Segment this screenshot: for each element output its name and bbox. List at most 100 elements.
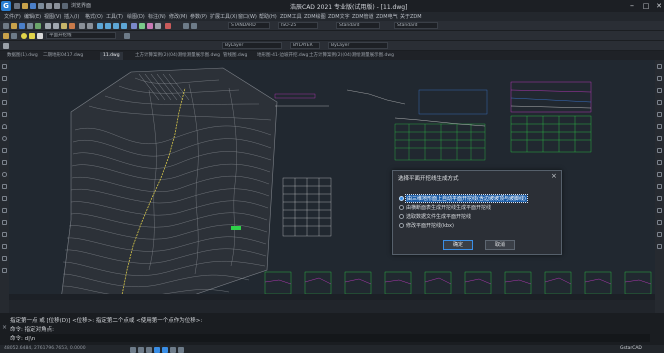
menu-express[interactable]: 扩展工具(X) — [210, 13, 237, 20]
menu-window[interactable]: 窗口(W) — [238, 13, 257, 20]
text-style-select[interactable]: STANDARD — [228, 22, 270, 29]
move-icon[interactable] — [657, 124, 662, 129]
radio-unchecked-icon[interactable] — [399, 214, 404, 219]
print-icon[interactable] — [27, 23, 33, 29]
workspace-icon[interactable] — [62, 3, 68, 9]
tab-document-active[interactable]: 11.dwg — [100, 52, 123, 60]
join-icon[interactable] — [657, 208, 662, 213]
paste-icon[interactable] — [61, 23, 67, 29]
command-input[interactable]: 命令: d|\n — [10, 334, 650, 342]
tab-document[interactable]: 数据图(1).dwg — [4, 52, 41, 60]
menu-zdm-text[interactable]: ZDM文字 — [328, 13, 350, 20]
region-icon[interactable] — [2, 244, 7, 249]
tab-document[interactable]: 管线图.dwg — [220, 52, 250, 60]
option-from-data-file[interactable]: 选取数据文件生成平面开挖线 — [399, 213, 471, 220]
mtext-icon[interactable] — [2, 268, 7, 273]
ortho-toggle-icon[interactable] — [146, 347, 152, 353]
grid-toggle-icon[interactable] — [138, 347, 144, 353]
arc-icon[interactable] — [2, 124, 7, 129]
menu-parametric[interactable]: 参数(P) — [190, 13, 207, 20]
line-icon[interactable] — [2, 64, 7, 69]
make-object-layer-current-icon[interactable] — [124, 33, 130, 39]
undo-icon[interactable] — [46, 3, 52, 9]
design-center-icon[interactable] — [139, 23, 145, 29]
erase-icon[interactable] — [657, 64, 662, 69]
menu-format[interactable]: 格式(O) — [85, 13, 103, 20]
close-button[interactable]: ✕ — [655, 2, 663, 10]
tab-document[interactable]: 土方计算案例(2)(04)测绘测量展示图.dwg — [306, 52, 397, 60]
zoom-window-icon[interactable] — [113, 23, 119, 29]
menu-tools[interactable]: 工具(T) — [106, 13, 123, 20]
app-logo[interactable]: G — [1, 1, 11, 11]
properties-icon[interactable] — [131, 23, 137, 29]
pan-icon[interactable] — [97, 23, 103, 29]
chamfer-icon[interactable] — [657, 220, 662, 225]
menu-edit[interactable]: 编辑(E) — [24, 13, 41, 20]
cut-icon[interactable] — [45, 23, 51, 29]
save-icon[interactable] — [30, 3, 36, 9]
menu-zdm-pipe[interactable]: ZDM管道 — [352, 13, 374, 20]
lineweight-toggle-icon[interactable] — [178, 347, 184, 353]
array-icon[interactable] — [657, 112, 662, 117]
break-icon[interactable] — [657, 196, 662, 201]
mleader-style-select[interactable]: Standard — [394, 22, 438, 29]
trim-icon[interactable] — [657, 172, 662, 177]
option-from-section-table[interactable]: 由横断面表生成开挖线生成平面开挖线 — [399, 204, 491, 211]
linetype-select[interactable]: BYLAYER — [290, 42, 320, 49]
revision-cloud-icon[interactable] — [2, 148, 7, 153]
spline-icon[interactable] — [2, 160, 7, 165]
ellipse-icon[interactable] — [2, 172, 7, 177]
mirror-icon[interactable] — [657, 88, 662, 93]
layer-manager-icon[interactable] — [3, 33, 9, 39]
layer-previous-icon[interactable] — [11, 33, 17, 39]
layer-on-icon[interactable] — [21, 33, 27, 39]
tool-palettes-icon[interactable] — [147, 23, 153, 29]
redo-icon[interactable] — [87, 23, 93, 29]
undo-icon[interactable] — [79, 23, 85, 29]
print-icon[interactable] — [38, 3, 44, 9]
zoom-previous-icon[interactable] — [121, 23, 127, 29]
open-file-icon[interactable] — [22, 3, 28, 9]
tab-document[interactable]: 地形图-41-边坡开挖.dwg — [254, 52, 311, 60]
calculator-icon[interactable] — [155, 23, 161, 29]
ok-button[interactable]: 确定 — [443, 240, 473, 250]
minimize-button[interactable]: – — [628, 2, 636, 10]
snap-toggle-icon[interactable] — [130, 347, 136, 353]
new-icon[interactable] — [3, 23, 9, 29]
menu-about-zdm[interactable]: 关于ZDM — [400, 13, 422, 20]
polygon-icon[interactable] — [2, 100, 7, 105]
layer-freeze-icon[interactable] — [29, 33, 35, 39]
command-window-close-icon[interactable]: × — [2, 324, 7, 331]
explode-icon[interactable] — [657, 244, 662, 249]
save-icon[interactable] — [19, 23, 25, 29]
option-modify-excavation-line[interactable]: 修改平面开挖线(kbx) — [399, 222, 454, 229]
menu-file[interactable]: 文件(F) — [4, 13, 21, 20]
tab-document[interactable]: 二期地形0417.dwg — [40, 52, 86, 60]
gradient-icon[interactable] — [2, 232, 7, 237]
fillet-icon[interactable] — [657, 232, 662, 237]
menu-help[interactable]: 帮助(H) — [259, 13, 277, 20]
insert-block-icon[interactable] — [2, 184, 7, 189]
color-control-icon[interactable] — [3, 43, 9, 49]
menu-zdm-electric[interactable]: ZDM电气 — [376, 13, 398, 20]
cancel-button[interactable]: 取消 — [485, 240, 515, 250]
match-properties-icon[interactable] — [69, 23, 75, 29]
lineweight-select[interactable]: ByLayer — [328, 42, 388, 49]
otrack-toggle-icon[interactable] — [170, 347, 176, 353]
copy-object-icon[interactable] — [657, 76, 662, 81]
rectangle-icon[interactable] — [2, 112, 7, 117]
radio-checked-icon[interactable] — [399, 196, 404, 201]
menu-modify[interactable]: 修改(M) — [169, 13, 187, 20]
menu-insert[interactable]: 插入(I) — [64, 13, 79, 20]
open-icon[interactable] — [11, 23, 17, 29]
osnap-toggle-icon[interactable] — [162, 347, 168, 353]
scale-icon[interactable] — [657, 148, 662, 153]
hatch-icon[interactable] — [2, 220, 7, 225]
make-block-icon[interactable] — [2, 196, 7, 201]
polar-toggle-icon[interactable] — [154, 347, 160, 353]
help-icon[interactable] — [165, 23, 171, 29]
menu-draw[interactable]: 绘图(D) — [127, 13, 145, 20]
point-icon[interactable] — [2, 208, 7, 213]
offset-icon[interactable] — [657, 100, 662, 105]
layer-state-icon[interactable] — [191, 23, 197, 29]
